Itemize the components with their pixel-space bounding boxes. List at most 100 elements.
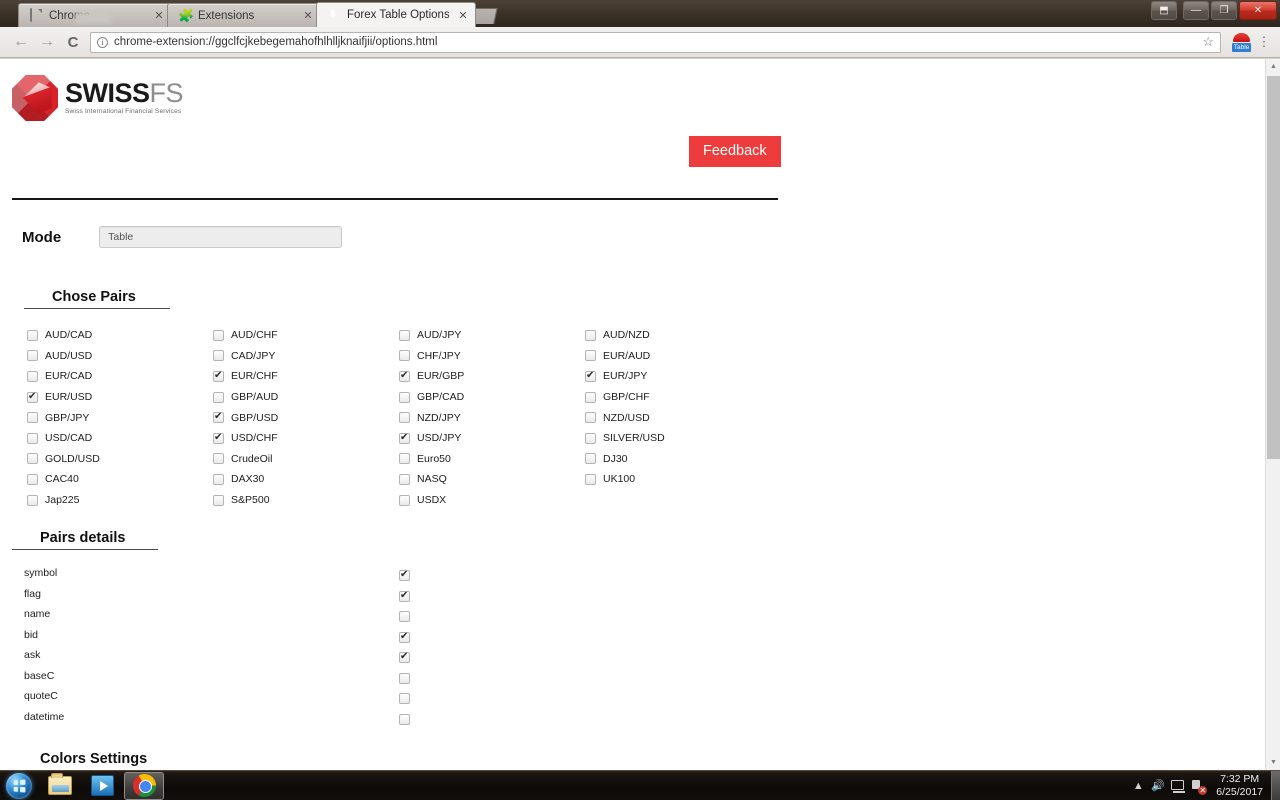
- pair-checkbox-row[interactable]: CHF/JPY: [399, 346, 464, 367]
- pair-checkbox-row[interactable]: DJ30: [585, 449, 665, 470]
- pair-checkbox[interactable]: [213, 391, 224, 403]
- pair-detail-checkbox[interactable]: [399, 672, 410, 684]
- pair-checkbox[interactable]: [399, 473, 410, 485]
- pair-checkbox-row[interactable]: USDX: [399, 490, 464, 511]
- pair-checkbox-row[interactable]: EUR/USD: [27, 387, 100, 408]
- pair-detail-checkbox[interactable]: [399, 611, 410, 622]
- pair-checkbox-row[interactable]: GOLD/USD: [27, 449, 100, 470]
- bookmark-star-icon[interactable]: ☆: [1196, 34, 1214, 50]
- show-desktop-button[interactable]: [1271, 770, 1280, 800]
- pair-checkbox-row[interactable]: S&P500: [213, 490, 278, 511]
- pair-checkbox-row[interactable]: SILVER/USD: [585, 428, 665, 449]
- pair-checkbox-row[interactable]: NASQ: [399, 469, 464, 490]
- browser-tab-extensions[interactable]: 🧩 Extensions ✕: [167, 3, 321, 27]
- pair-checkbox[interactable]: [585, 453, 596, 465]
- address-bar[interactable]: i chrome-extension://ggclfcjkebegemahofh…: [90, 31, 1221, 53]
- pair-checkbox[interactable]: [27, 412, 38, 424]
- close-window-button[interactable]: ✕: [1239, 1, 1277, 20]
- pair-checkbox[interactable]: [585, 473, 596, 485]
- pair-detail-row[interactable]: flag: [24, 588, 414, 609]
- volume-icon[interactable]: 🔊: [1148, 779, 1168, 792]
- pair-checkbox-row[interactable]: AUD/USD: [27, 346, 100, 367]
- pair-checkbox-row[interactable]: DAX30: [213, 469, 278, 490]
- pair-detail-row[interactable]: bid: [24, 629, 414, 650]
- pair-checkbox-row[interactable]: USD/CAD: [27, 428, 100, 449]
- pair-checkbox-row[interactable]: EUR/CAD: [27, 366, 100, 387]
- pair-checkbox[interactable]: [27, 329, 38, 341]
- pair-checkbox[interactable]: [585, 350, 596, 362]
- pair-checkbox[interactable]: [399, 391, 410, 403]
- pair-checkbox-row[interactable]: EUR/GBP: [399, 366, 464, 387]
- scrollbar-thumb[interactable]: [1267, 76, 1280, 459]
- pair-checkbox[interactable]: [27, 370, 38, 382]
- pair-detail-checkbox[interactable]: [399, 589, 410, 602]
- pair-checkbox-row[interactable]: GBP/USD: [213, 407, 278, 428]
- pair-checkbox[interactable]: [27, 432, 38, 444]
- pair-checkbox-row[interactable]: EUR/JPY: [585, 366, 665, 387]
- minimize-button[interactable]: —: [1183, 1, 1209, 20]
- pair-checkbox-row[interactable]: UK100: [585, 469, 665, 490]
- feedback-button[interactable]: Feedback: [689, 136, 781, 167]
- pair-checkbox[interactable]: [585, 412, 596, 424]
- pair-checkbox-row[interactable]: AUD/CAD: [27, 325, 100, 346]
- pair-checkbox-row[interactable]: AUD/CHF: [213, 325, 278, 346]
- pair-checkbox[interactable]: [585, 432, 596, 444]
- pair-checkbox[interactable]: [585, 369, 596, 382]
- pair-checkbox-row[interactable]: CAC40: [27, 469, 100, 490]
- network-icon[interactable]: [1168, 779, 1188, 793]
- tab-close-icon[interactable]: ✕: [153, 9, 165, 22]
- pair-checkbox-row[interactable]: EUR/CHF: [213, 366, 278, 387]
- maximize-button[interactable]: ❐: [1211, 1, 1237, 20]
- taskbar-item-windows-explorer[interactable]: [40, 772, 80, 800]
- pair-checkbox[interactable]: [399, 494, 410, 506]
- pair-checkbox[interactable]: [213, 453, 224, 465]
- pair-checkbox[interactable]: [399, 329, 410, 341]
- action-center-flag-icon[interactable]: [1188, 779, 1208, 795]
- tab-close-icon[interactable]: ✕: [302, 9, 314, 22]
- pair-checkbox[interactable]: [399, 431, 410, 444]
- pair-checkbox-row[interactable]: NZD/JPY: [399, 407, 464, 428]
- chrome-menu-icon[interactable]: ⋮: [1256, 34, 1272, 50]
- pair-detail-checkbox[interactable]: [399, 630, 410, 643]
- pair-checkbox[interactable]: [213, 329, 224, 341]
- pair-checkbox[interactable]: [213, 473, 224, 485]
- site-info-icon[interactable]: i: [97, 36, 108, 48]
- browser-tab-chrome[interactable]: Chrome ✕: [18, 3, 172, 27]
- pair-checkbox[interactable]: [585, 329, 596, 341]
- start-button[interactable]: [6, 772, 32, 799]
- pair-checkbox-row[interactable]: AUD/NZD: [585, 325, 665, 346]
- tab-close-icon[interactable]: ✕: [457, 9, 469, 22]
- pair-checkbox-row[interactable]: EUR/AUD: [585, 346, 665, 367]
- pair-detail-row[interactable]: datetime: [24, 711, 414, 732]
- pair-checkbox-row[interactable]: CAD/JPY: [213, 346, 278, 367]
- pair-checkbox-row[interactable]: USD/CHF: [213, 428, 278, 449]
- pair-checkbox[interactable]: [27, 390, 38, 403]
- pair-checkbox-row[interactable]: AUD/JPY: [399, 325, 464, 346]
- pair-checkbox[interactable]: [27, 494, 38, 506]
- show-hidden-icons-icon[interactable]: ▲: [1128, 780, 1148, 792]
- back-icon[interactable]: ←: [8, 33, 34, 51]
- pair-checkbox[interactable]: [213, 494, 224, 506]
- pair-checkbox[interactable]: [399, 453, 410, 465]
- pair-checkbox-row[interactable]: Jap225: [27, 490, 100, 511]
- pair-detail-row[interactable]: symbol: [24, 567, 414, 588]
- pair-checkbox-row[interactable]: USD/JPY: [399, 428, 464, 449]
- pair-checkbox[interactable]: [213, 369, 224, 382]
- taskbar-clock[interactable]: 7:32 PM 6/25/2017: [1208, 773, 1271, 799]
- forex-table-extension-icon[interactable]: Table: [1232, 32, 1251, 52]
- mode-input[interactable]: [99, 226, 343, 248]
- pair-checkbox[interactable]: [213, 410, 224, 424]
- pair-detail-checkbox[interactable]: [399, 693, 410, 704]
- pair-checkbox-row[interactable]: NZD/USD: [585, 407, 665, 428]
- pair-detail-row[interactable]: quoteC: [24, 690, 414, 711]
- reload-icon[interactable]: C: [60, 34, 86, 51]
- pair-checkbox[interactable]: [399, 412, 410, 424]
- pair-checkbox[interactable]: [27, 473, 38, 485]
- scroll-down-arrow-icon[interactable]: ▼: [1266, 755, 1280, 770]
- pair-checkbox[interactable]: [213, 350, 224, 362]
- pair-checkbox[interactable]: [399, 369, 410, 382]
- pair-checkbox[interactable]: [585, 391, 596, 403]
- taskbar-item-windows-media-player[interactable]: [82, 772, 122, 800]
- pair-detail-checkbox[interactable]: [399, 568, 410, 581]
- pair-detail-checkbox[interactable]: [399, 650, 410, 663]
